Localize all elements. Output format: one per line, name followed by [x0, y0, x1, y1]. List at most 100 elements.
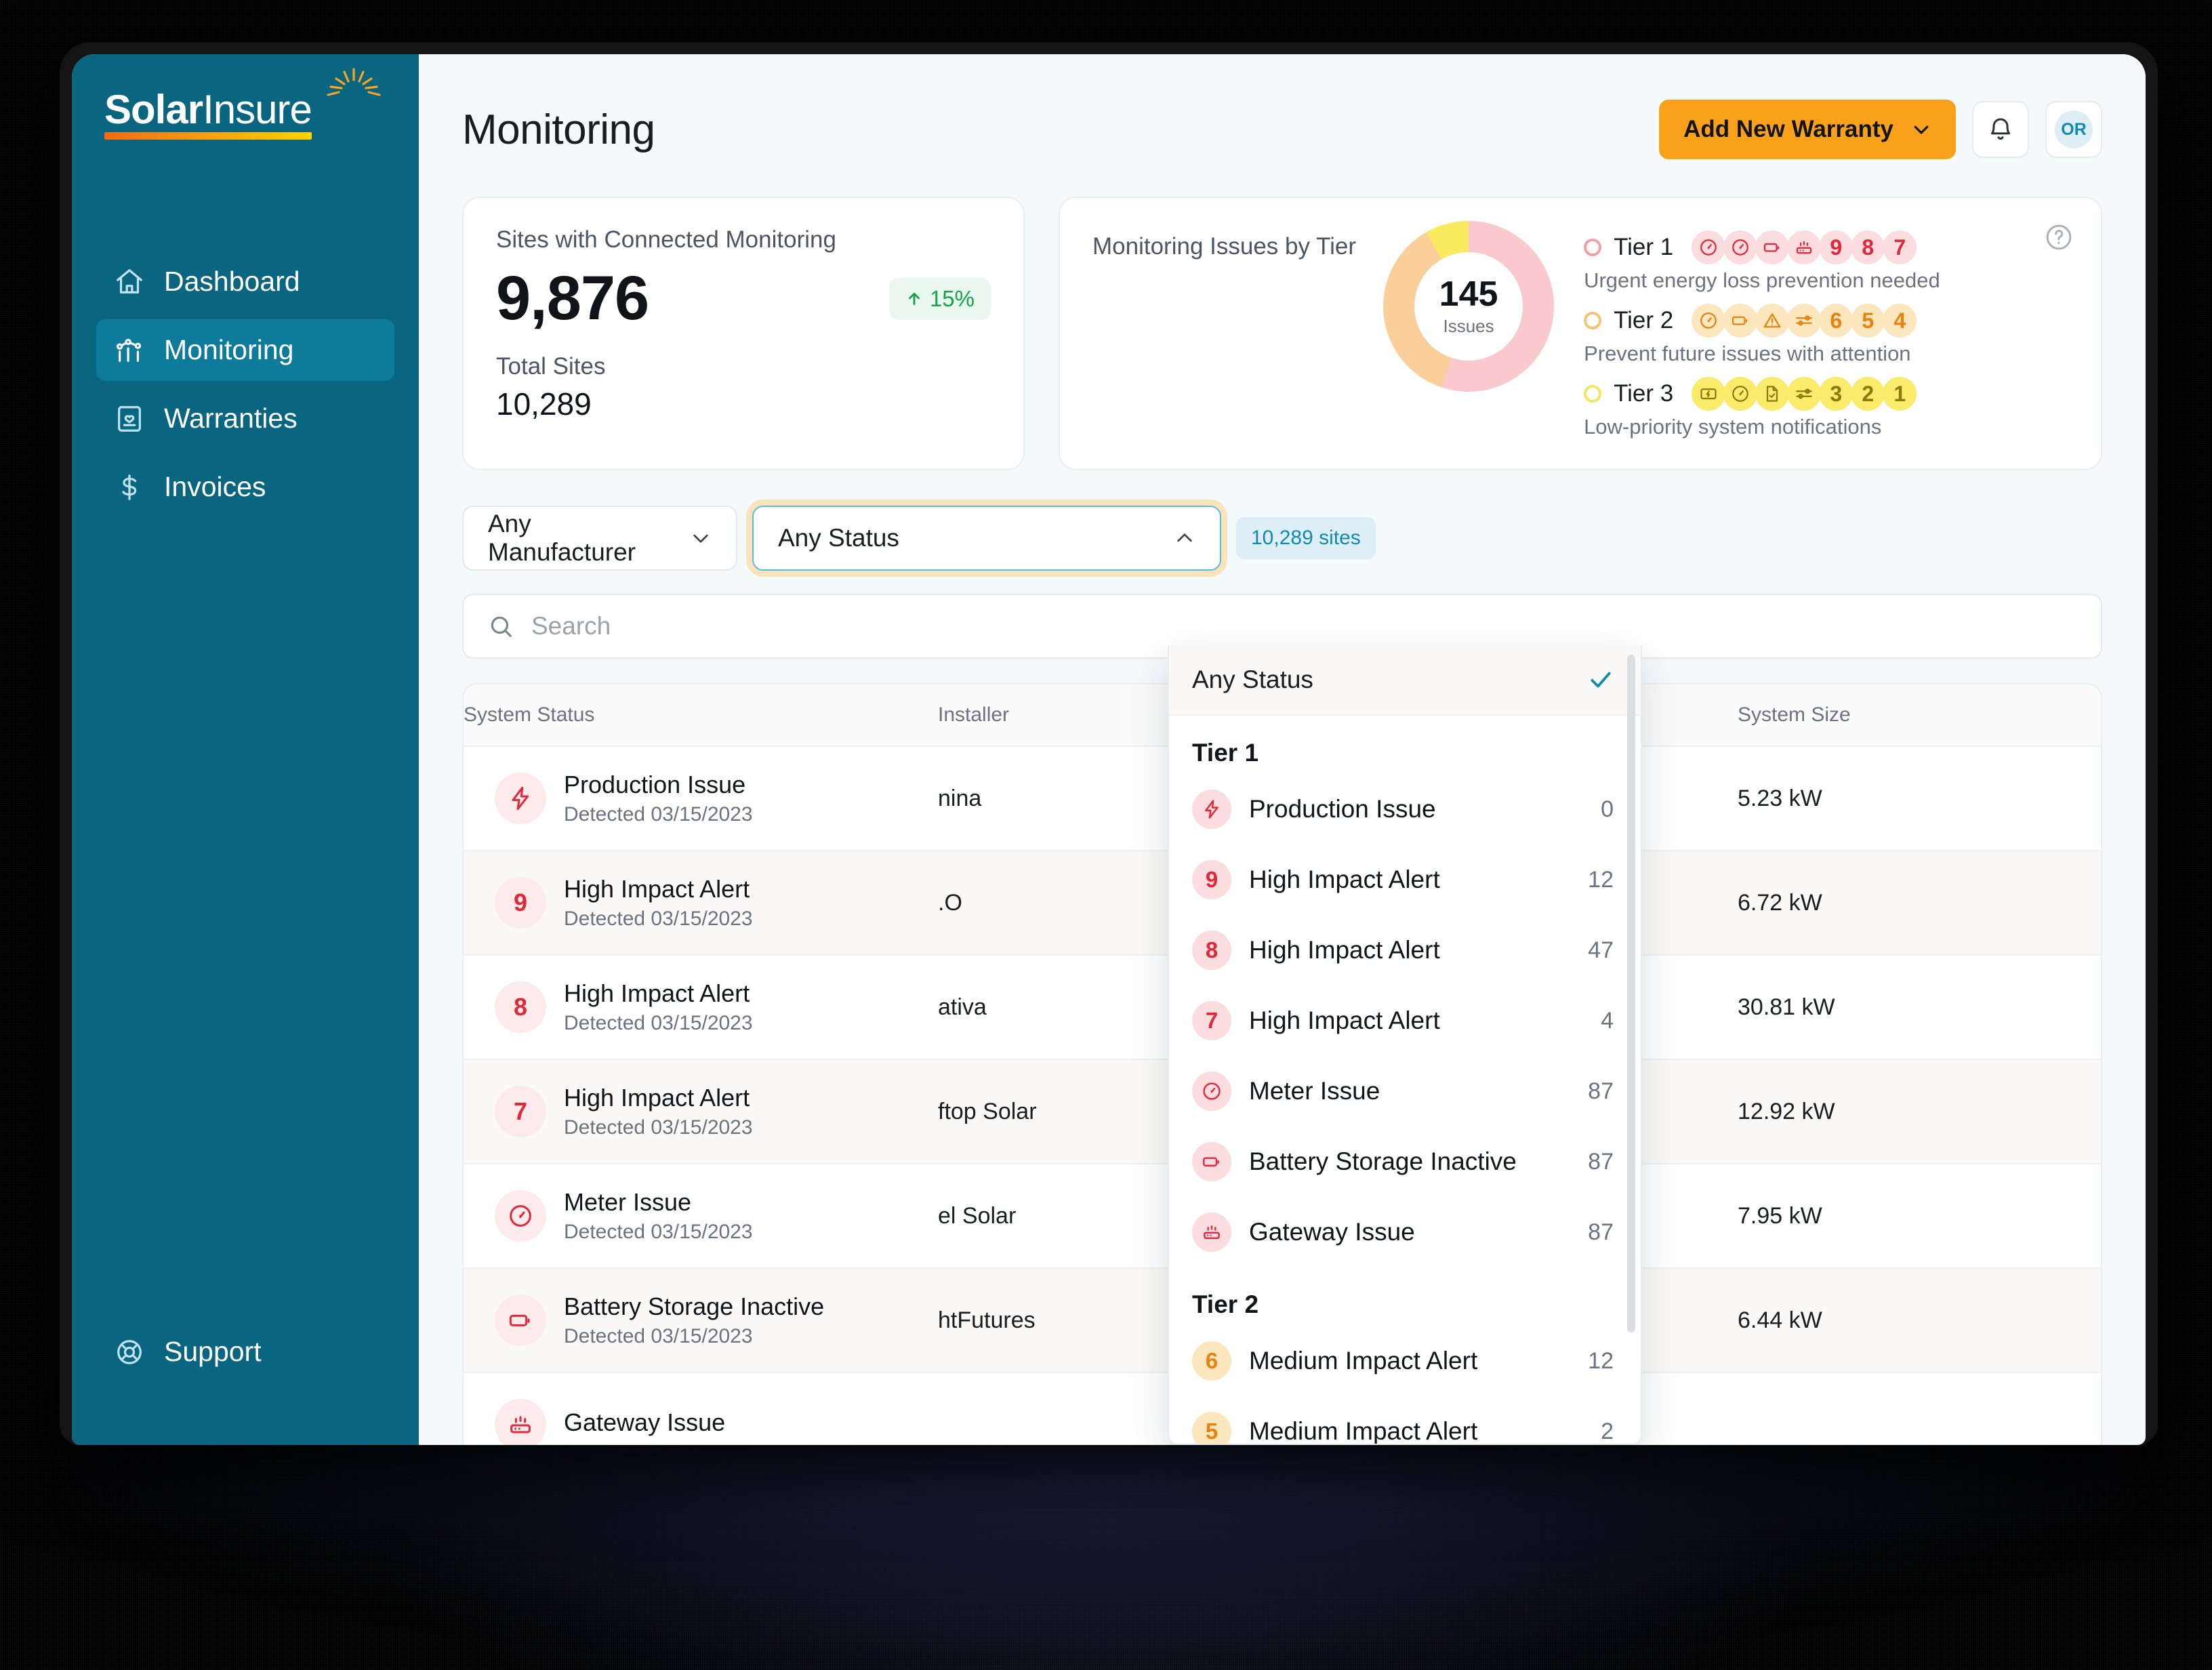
logo-text-bold: Solar	[104, 87, 203, 132]
total-sites-value: 10,289	[496, 386, 592, 422]
status-severity-badge: 9	[495, 876, 546, 929]
dropdown-option-label: Medium Impact Alert	[1249, 1417, 1478, 1445]
avatar: OR	[2055, 110, 2093, 148]
tier-description: Low-priority system notifications	[1584, 415, 1882, 439]
sidebar-item-label: Warranties	[164, 403, 298, 434]
dropdown-option[interactable]: 5 Medium Impact Alert 2	[1169, 1396, 1641, 1445]
dropdown-option-label: Gateway Issue	[1249, 1218, 1415, 1246]
tier-color-dot	[1584, 385, 1602, 403]
dropdown-scrollbar[interactable]	[1627, 655, 1635, 1332]
sidebar-item-dashboard[interactable]: Dashboard	[96, 251, 394, 312]
brand-logo[interactable]: SolarInsure	[72, 68, 419, 191]
tier-count-chip: 9	[1819, 230, 1853, 264]
chart-icon	[114, 335, 145, 366]
sites-value-row: 9,876 15%	[496, 263, 991, 334]
table-cell-system-size: 7.95 kW	[1738, 1202, 1822, 1229]
status-text-group: Meter Issue Detected 03/15/2023	[564, 1188, 753, 1243]
table-cell-system-size: 12.92 kW	[1738, 1098, 1835, 1124]
dropdown-option-label: High Impact Alert	[1249, 1006, 1440, 1034]
option-severity-badge: 8	[1192, 931, 1231, 970]
option-severity-badge: 9	[1192, 860, 1231, 899]
gauge-icon	[1692, 230, 1726, 264]
tier-count-chip: 7	[1883, 230, 1917, 264]
tier-count-chip: 8	[1851, 230, 1885, 264]
arrow-up-icon	[905, 290, 923, 308]
tier-legend-row: Tier 2 654	[1584, 304, 2071, 338]
table-cell-system-size: 6.44 kW	[1738, 1307, 1822, 1333]
donut-total-value: 145	[1439, 274, 1498, 314]
sites-monitoring-card: Sites with Connected Monitoring 9,876 15…	[462, 197, 1025, 470]
table-column-header[interactable]: System Size	[1738, 704, 1941, 727]
dropdown-option-any-status[interactable]: Any Status	[1169, 645, 1641, 716]
tier-description: Prevent future issues with attention	[1584, 342, 1911, 365]
dropdown-option[interactable]: Battery Storage Inactive 87	[1169, 1126, 1641, 1197]
option-severity-badge: 5	[1192, 1412, 1231, 1444]
status-dropdown-list[interactable]: Any Status Tier 1 Production Issue 0 9 High …	[1169, 645, 1641, 1444]
dropdown-option[interactable]: 6 Medium Impact Alert 12	[1169, 1326, 1641, 1396]
sidebar-nav: Dashboard Monitoring Warranties Invoices	[72, 251, 419, 518]
tier-legend: Tier 1 9 8 7 Urgent energy loss prevention n…	[1584, 221, 2071, 450]
table-cell-system-size: 30.81 kW	[1738, 994, 1835, 1020]
dropdown-option[interactable]: 9 High Impact Alert 12	[1169, 844, 1641, 915]
notifications-button[interactable]	[1972, 101, 2029, 158]
table-cell-status: Battery Storage Inactive Detected 03/15/2…	[464, 1292, 938, 1347]
status-detected-date: Detected 03/15/2023	[564, 1324, 753, 1347]
status-label: High Impact Alert	[564, 1084, 750, 1112]
dropdown-any-status-label: Any Status	[1192, 666, 1313, 693]
filter-row: Any Manufacturer Any Status 10,289 sites	[462, 506, 2102, 571]
dropdown-option-count: 12	[1588, 1347, 1614, 1374]
tier-color-dot	[1584, 239, 1602, 256]
sidebar-item-support[interactable]: Support	[96, 1321, 394, 1383]
sidebar-item-warranties[interactable]: Warranties	[96, 388, 394, 449]
dropdown-groups: Tier 1 Production Issue 0 9 High Impact Aler…	[1169, 716, 1641, 1445]
lifebuoy-icon	[114, 1337, 145, 1368]
status-label: High Impact Alert	[564, 875, 750, 903]
sidebar-item-label: Invoices	[164, 471, 266, 502]
table-cell-system-size: 6.72 kW	[1738, 889, 1822, 916]
gauge-icon	[1192, 1072, 1231, 1111]
gateway-icon	[1787, 230, 1822, 264]
user-avatar-button[interactable]: OR	[2045, 101, 2102, 158]
sidebar-item-label: Support	[164, 1336, 262, 1367]
laptop-device-frame: SolarInsure Dashboard Monitoring Warrant…	[60, 42, 2158, 1445]
dropdown-option[interactable]: 8 High Impact Alert 47	[1169, 915, 1641, 985]
manufacturer-filter-select[interactable]: Any Manufacturer	[462, 506, 737, 571]
dropdown-option[interactable]: 7 High Impact Alert 4	[1169, 985, 1641, 1056]
add-new-warranty-button[interactable]: Add New Warranty	[1659, 100, 1956, 159]
battery-icon	[1755, 230, 1790, 264]
settings-icon	[1787, 304, 1822, 338]
tier-description: Urgent energy loss prevention needed	[1584, 268, 1940, 292]
status-detected-date: Detected 03/15/2023	[564, 1116, 753, 1139]
dropdown-option-count: 2	[1601, 1418, 1614, 1444]
total-sites-label: Total Sites	[496, 353, 606, 380]
dropdown-option-label: Medium Impact Alert	[1249, 1347, 1478, 1374]
dropdown-option-count: 87	[1588, 1148, 1614, 1175]
table-cell-status: 9 High Impact Alert Detected 03/15/2023	[464, 875, 938, 930]
sidebar-item-invoices[interactable]: Invoices	[96, 456, 394, 518]
certificate-icon	[114, 403, 145, 434]
sidebar-item-label: Dashboard	[164, 266, 300, 297]
status-label: High Impact Alert	[564, 979, 750, 1008]
question-circle-icon[interactable]	[2044, 222, 2074, 252]
sidebar: SolarInsure Dashboard Monitoring Warrant…	[72, 54, 419, 1445]
tier-count-chip: 1	[1883, 377, 1917, 411]
status-text-group: Battery Storage Inactive Detected 03/15/2…	[564, 1292, 824, 1347]
sidebar-item-monitoring[interactable]: Monitoring	[96, 319, 394, 381]
dropdown-option[interactable]: Gateway Issue 87	[1169, 1197, 1641, 1267]
table-column-header[interactable]: System Status	[464, 704, 938, 727]
document-check-icon	[1755, 377, 1790, 411]
dropdown-option[interactable]: Production Issue 0	[1169, 774, 1641, 844]
status-detected-date: Detected 03/15/2023	[564, 802, 753, 826]
status-detected-date: Detected 03/15/2023	[564, 907, 753, 930]
table-cell-system-size: 5.23 kW	[1738, 785, 1822, 811]
status-label: Meter Issue	[564, 1188, 692, 1217]
dropdown-group-header: Tier 1	[1192, 739, 1259, 767]
status-filter-select[interactable]: Any Status	[752, 506, 1221, 571]
sun-icon	[321, 66, 386, 102]
dropdown-option-count: 12	[1588, 866, 1614, 893]
status-dropdown-panel[interactable]: Any Status Tier 1 Production Issue 0 9 High …	[1168, 645, 1642, 1445]
sites-delta-badge: 15%	[888, 277, 991, 320]
dropdown-group-header: Tier 2	[1192, 1290, 1259, 1318]
dropdown-option[interactable]: Meter Issue 87	[1169, 1056, 1641, 1126]
search-placeholder: Search	[531, 612, 611, 640]
